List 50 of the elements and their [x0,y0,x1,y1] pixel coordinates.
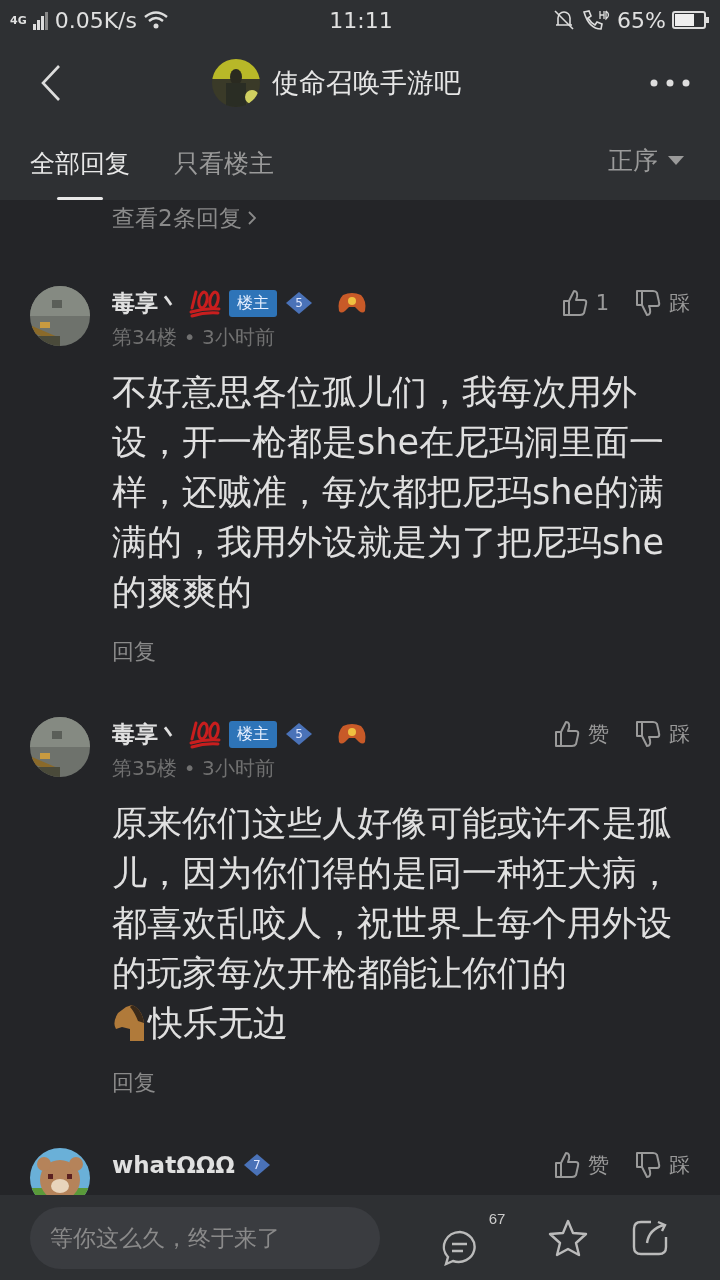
thumbs-down-icon [635,1151,661,1179]
share-icon[interactable] [630,1218,669,1257]
thumbs-down-icon [635,720,661,748]
wifi-icon [143,10,169,30]
username[interactable]: 毒享丶 [112,287,181,319]
dislike-button[interactable]: 踩 [635,720,690,748]
caret-icon [668,155,684,166]
username[interactable]: whatΩΩΩ [112,1152,235,1178]
op-badge: 楼主 [229,720,277,748]
thumbs-down-icon [635,289,661,317]
level-badge: 5 [285,291,313,315]
post-text: 快乐无边 [148,1002,288,1045]
signal-icon [32,10,49,30]
hd-call-icon [581,9,612,31]
back-icon[interactable] [40,63,62,102]
thumbs-up-icon [561,289,588,317]
dislike-button[interactable]: 踩 [635,289,690,317]
comment-field[interactable]: 等你这么久，终于来了 [30,1206,380,1269]
username[interactable]: 毒享丶 [112,718,181,750]
like-button[interactable]: 赞 [554,1151,609,1179]
filter-tab[interactable]: 全部回复 [30,137,130,200]
view-replies-link[interactable]: 查看2条回复 [112,200,256,236]
post-meta: 第35楼 • 3小时前 [112,755,276,782]
thumbs-up-icon [554,1151,580,1179]
chevron-icon [247,211,256,225]
more-icon[interactable] [650,78,690,87]
network-speed: 0.05K/s [54,7,137,33]
battery-percent: 65% [617,7,666,33]
level-badge: 7 [242,1153,271,1177]
clock: 11:11 [328,7,394,33]
filter-tab[interactable]: 只看楼主 [174,137,274,200]
reply-button[interactable]: 回复 [112,637,156,667]
like-button[interactable]: 赞 [554,720,609,748]
mute-bell-icon [553,9,576,31]
thumbs-up-icon [554,720,580,748]
dislike-button[interactable]: 踩 [635,1151,690,1179]
comment-count: 67 [488,1209,506,1227]
level-badge: 5 [285,722,313,746]
battery-icon [672,10,710,30]
sort-dropdown[interactable]: 正序 [602,143,690,178]
post-text: 原来你们这些人好像可能或许不是孤儿，因为你们得的是同一种狂犬病，都喜欢乱咬人，祝世界上每个用外设的玩家每次开枪都能让你们的 [112,802,673,995]
network-type: 4G [10,13,27,27]
post-text: 不好意思各位孤儿们，我每次用外设，开一枪都是she在尼玛洞里面一样，还贼准，每次都把尼玛she的满满的，我用外设就是为了把尼玛she的爽爽的 [112,371,665,614]
horse-icon [112,1003,146,1043]
star-icon[interactable] [548,1218,588,1257]
op-badge: 楼主 [229,289,277,317]
reply-button[interactable]: 回复 [112,1068,156,1098]
post-meta: 第34楼 • 3小时前 [112,324,276,351]
like-button[interactable]: 1 [561,289,609,317]
forum-title: 使命召唤手游吧 [271,65,461,100]
